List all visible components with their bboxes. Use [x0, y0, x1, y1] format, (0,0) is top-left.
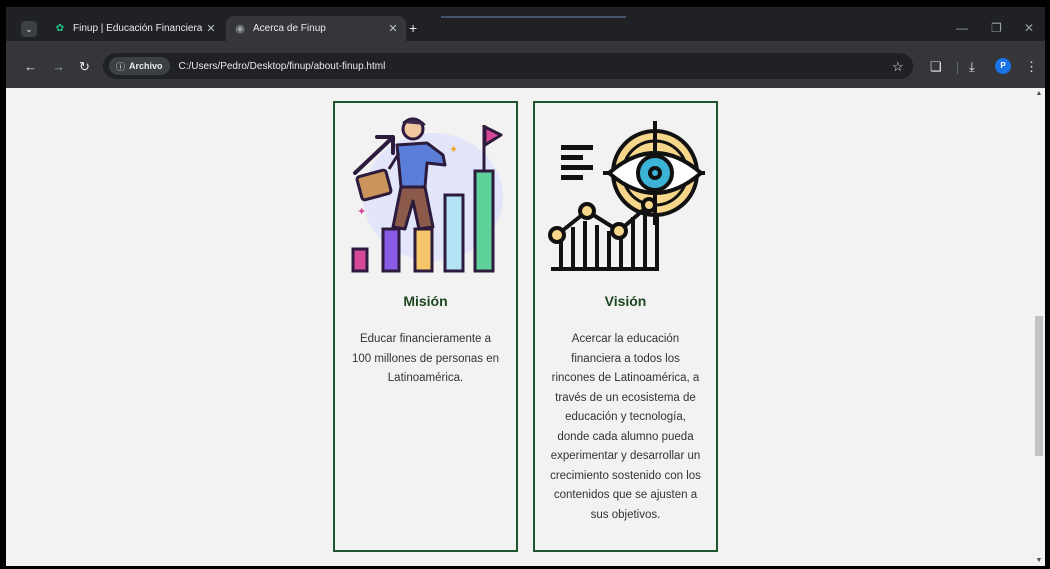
climbing-bar-chart-illustration: ✦ ✦ — [351, 117, 503, 273]
tab-search-icon[interactable]: ⌄ — [21, 21, 37, 37]
url-text[interactable]: C:/Users/Pedro/Desktop/finup/about-finup… — [179, 61, 386, 72]
mision-card: ✦ ✦ Misión Educar financieramente a 100 … — [333, 101, 518, 552]
vertical-scrollbar[interactable]: ▲ ▼ — [1033, 88, 1045, 566]
new-tab-icon[interactable]: + — [409, 21, 417, 35]
extensions-icon[interactable]: ❏ — [930, 60, 942, 73]
finup-leaf-icon: ✿ — [55, 22, 65, 34]
back-arrow-icon[interactable]: ← — [24, 60, 37, 73]
toolbar-divider — [957, 62, 958, 74]
close-tab-icon[interactable]: ✕ — [386, 22, 400, 35]
tab-title: Acerca de Finup — [253, 23, 326, 34]
close-tab-icon[interactable]: ✕ — [204, 22, 218, 35]
tab-finup-home[interactable]: ✿ Finup | Educación Financiera ✕ — [48, 16, 224, 41]
download-icon[interactable]: ⤓ — [969, 60, 975, 73]
forward-arrow-icon[interactable]: → — [52, 60, 65, 73]
tab-acerca-de-finup[interactable]: ◉ Acerca de Finup ✕ — [226, 16, 406, 41]
browser-toolbar: ← → ↻ ⓘ Archivo C:/Users/Pedro/Desktop/f… — [6, 41, 1045, 88]
scroll-up-arrow-icon[interactable]: ▲ — [1033, 90, 1045, 97]
tab-title: Finup | Educación Financiera — [73, 23, 203, 34]
globe-icon: ◉ — [235, 22, 245, 35]
minimize-icon[interactable]: — — [956, 21, 968, 35]
page-viewport: ✦ ✦ Misión Educar financieramente a 100 … — [6, 88, 1045, 566]
reload-icon[interactable]: ↻ — [79, 60, 90, 73]
scroll-down-arrow-icon[interactable]: ▼ — [1033, 557, 1045, 564]
mision-text: Educar financieramente a 100 millones de… — [351, 333, 500, 384]
mision-title: Misión — [403, 293, 448, 309]
browser-window: ⌄ ✿ Finup | Educación Financiera ✕ ◉ Ace… — [6, 7, 1045, 566]
scrollbar-thumb[interactable] — [1035, 316, 1043, 456]
bookmark-star-icon[interactable]: ☆ — [892, 60, 904, 73]
svg-text:✦: ✦ — [357, 206, 366, 218]
vision-card: Visión Acercar la educación financiera a… — [533, 101, 718, 552]
vision-title: Visión — [604, 293, 647, 309]
close-window-icon[interactable]: ✕ — [1024, 21, 1034, 35]
address-bar[interactable]: ⓘ Archivo C:/Users/Pedro/Desktop/finup/a… — [103, 53, 913, 79]
security-chip-label: Archivo — [129, 61, 163, 71]
restore-icon[interactable]: ❐ — [991, 21, 1002, 35]
eye-target-growth-illustration — [548, 121, 705, 271]
svg-text:✦: ✦ — [449, 144, 458, 156]
profile-avatar[interactable]: P — [995, 58, 1011, 74]
site-info-chip[interactable]: ⓘ Archivo — [109, 57, 170, 75]
tab-strip: ⌄ ✿ Finup | Educación Financiera ✕ ◉ Ace… — [6, 7, 1045, 41]
vision-text: Acercar la educación financiera a todos … — [550, 333, 701, 521]
tab-drag-indicator — [441, 16, 626, 18]
info-icon: ⓘ — [116, 61, 126, 72]
menu-kebab-icon[interactable]: ⋮ — [1025, 60, 1038, 73]
